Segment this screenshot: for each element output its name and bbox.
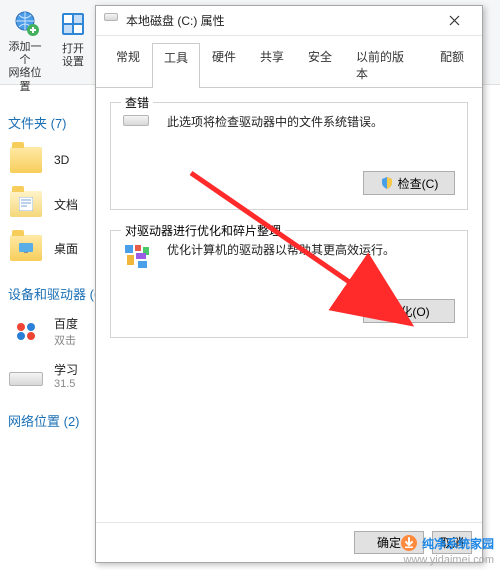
close-icon bbox=[449, 15, 460, 26]
drive-icon bbox=[123, 115, 155, 147]
optimize-button[interactable]: 优化(O) bbox=[363, 299, 455, 323]
folder-icon bbox=[8, 230, 44, 266]
tab-body: 查错 此选项将检查驱动器中的文件系统错误。 检查(C) 对驱动器进行优化和碎片整… bbox=[96, 88, 482, 522]
optimize-group: 对驱动器进行优化和碎片整理 优化计算机的驱动器以帮助其更高效运行。 优化(O) bbox=[110, 230, 468, 338]
baidu-icon bbox=[8, 313, 44, 349]
group-legend: 查错 bbox=[121, 94, 153, 111]
ribbon-label: 添加一个 网络位置 bbox=[4, 41, 46, 94]
drive-icon bbox=[104, 13, 120, 29]
close-button[interactable] bbox=[434, 7, 474, 35]
folder-icon bbox=[8, 142, 44, 178]
check-button[interactable]: 检查(C) bbox=[363, 171, 455, 195]
group-description: 优化计算机的驱动器以帮助其更高效运行。 bbox=[167, 241, 395, 260]
defrag-icon bbox=[123, 243, 155, 275]
settings-icon bbox=[57, 8, 89, 40]
tab-hardware[interactable]: 硬件 bbox=[200, 42, 248, 87]
dialog-title: 本地磁盘 (C:) 属性 bbox=[126, 12, 434, 29]
shield-icon bbox=[380, 176, 394, 190]
drive-icon bbox=[8, 357, 44, 393]
folder-icon bbox=[8, 186, 44, 222]
error-check-group: 查错 此选项将检查驱动器中的文件系统错误。 检查(C) bbox=[110, 102, 468, 210]
tab-strip: 常规 工具 硬件 共享 安全 以前的版本 配额 bbox=[96, 36, 482, 88]
group-description: 此选项将检查驱动器中的文件系统错误。 bbox=[167, 113, 383, 132]
watermark-url: www.yidaimei.com bbox=[404, 554, 494, 566]
tab-quota[interactable]: 配额 bbox=[428, 42, 476, 87]
properties-dialog: 本地磁盘 (C:) 属性 常规 工具 硬件 共享 安全 以前的版本 配额 查错 … bbox=[95, 5, 483, 563]
tab-tools[interactable]: 工具 bbox=[152, 43, 200, 88]
ribbon-label: 打开 设置 bbox=[62, 43, 84, 69]
brand-badge: 纯净系统家园 bbox=[400, 534, 494, 552]
brand-icon bbox=[400, 534, 418, 552]
group-legend: 对驱动器进行优化和碎片整理 bbox=[121, 222, 285, 239]
network-location-icon bbox=[9, 8, 41, 38]
tab-general[interactable]: 常规 bbox=[104, 42, 152, 87]
ribbon-add-network[interactable]: 添加一个 网络位置 bbox=[4, 8, 46, 84]
titlebar[interactable]: 本地磁盘 (C:) 属性 bbox=[96, 6, 482, 36]
ribbon-open-settings[interactable]: 打开 设置 bbox=[52, 8, 94, 84]
tab-sharing[interactable]: 共享 bbox=[248, 42, 296, 87]
tab-security[interactable]: 安全 bbox=[296, 42, 344, 87]
tab-previous[interactable]: 以前的版本 bbox=[344, 42, 428, 87]
